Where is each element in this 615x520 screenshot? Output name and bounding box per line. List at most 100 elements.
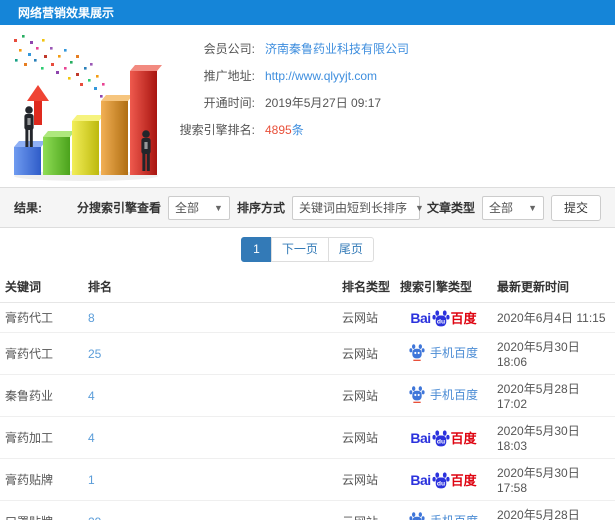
last-page-button[interactable]: 尾页 [327,237,374,262]
article-type-select[interactable]: 全部 ▼ [481,195,544,220]
col-header-1: 排名 [83,271,337,303]
rank-cell[interactable]: 29 [83,500,337,520]
svg-text:du: du [437,318,445,325]
col-header-4: 最新更新时间 [492,271,615,303]
keyword-cell: 口罩贴牌 [0,500,83,520]
engine-cell: Bai du 百度 [395,302,492,333]
article-type-label: 文章类型 [426,201,475,215]
table-row: 膏药加工 4 云网站 Bai du 百度 2020年5月30日 18:03 [0,416,615,459]
page-title: 网络营销效果展示 [18,6,115,20]
baidu-logo: Bai du 百度 [410,429,477,447]
info-section: 会员公司: 济南秦鲁药业科技有限公司 推广地址: http://www.qlyy… [0,25,615,187]
engine-filter-selected: 全部 [174,201,199,215]
info-row-ranking-count: 搜索引擎排名: 4895条 [160,116,409,143]
keyword-cell: 膏药加工 [0,416,83,459]
rank-cell[interactable]: 25 [83,332,337,375]
updated-cell: 2020年5月28日 16:55 [492,500,615,520]
chevron-down-icon: ▼ [528,202,537,213]
info-row-open-time: 开通时间: 2019年5月27日 09:17 [160,89,409,116]
businessman-left [24,106,34,147]
engine-cell: 手机百度 [395,374,492,417]
ranking-count-value: 4895条 [265,121,304,138]
rank-type-cell: 云网站 [337,374,395,417]
svg-text:du: du [437,438,445,445]
keyword-cell: 膏药代工 [0,302,83,333]
engine-cell: 手机百度 [395,332,492,375]
rank-cell[interactable]: 4 [83,416,337,459]
table-row: 秦鲁药业 4 云网站 手机百度 2020年5月28日 17:02 [0,374,615,417]
table-body: 膏药代工 8 云网站 Bai du 百度 2020年6月4日 11:15 膏药代工 25 云网… [0,302,615,520]
rank-type-cell: 云网站 [337,302,395,333]
col-header-0: 关键词 [0,271,83,303]
engine-cell: Bai du 百度 [395,416,492,459]
updated-cell: 2020年5月28日 17:02 [492,374,615,417]
next-page-button[interactable]: 下一页 [270,237,329,262]
info-row-company: 会员公司: 济南秦鲁药业科技有限公司 [160,35,409,62]
company-label: 会员公司: [203,42,255,56]
header-bar: 网络营销效果展示 [0,0,615,25]
sort-selected: 关键词由短到长排序 [298,201,407,215]
filter-controls: 分搜索引擎查看 全部 ▼ 排序方式 关键词由短到长排序 ▼ 文章类型 全部 ▼ … [76,194,601,221]
rank-cell[interactable]: 1 [83,458,337,501]
mobile-baidu-paw-icon [409,344,425,361]
pagination: 1 下一页 尾页 [0,228,615,271]
results-table: 关键词 排名 排名类型 搜索引擎类型 最新更新时间 膏药代工 8 云网站 Bai du 百度 2… [0,271,615,520]
updated-cell: 2020年5月30日 18:06 [492,332,615,375]
table-header-row: 关键词 排名 排名类型 搜索引擎类型 最新更新时间 [0,271,615,303]
results-section-label: 结果: [14,201,42,215]
rank-cell[interactable]: 4 [83,374,337,417]
updated-cell: 2020年5月30日 17:58 [492,458,615,501]
table-row: 膏药代工 25 云网站 手机百度 2020年5月30日 18:06 [0,332,615,375]
table-row: 膏药代工 8 云网站 Bai du 百度 2020年6月4日 11:15 [0,302,615,333]
promo-url-label: 推广地址: [203,69,255,83]
ranking-count-unit: 条 [291,123,304,137]
ranking-count-label: 搜索引擎排名: [179,123,255,137]
table-row: 口罩贴牌29云网站 手机百度 2020年5月28日 16:55 [0,500,615,520]
svg-text:du: du [437,480,445,487]
growth-chart-illustration [14,35,162,181]
baidu-paw-icon: du [432,309,450,326]
filter-bar: 结果: 分搜索引擎查看 全部 ▼ 排序方式 关键词由短到长排序 ▼ 文章类型 全… [0,187,615,228]
keyword-cell: 秦鲁药业 [0,374,83,417]
mobile-baidu-paw-icon [409,386,425,403]
engine-cell: 手机百度 [395,500,492,520]
col-header-3: 搜索引擎类型 [395,271,492,303]
sort-label: 排序方式 [236,201,285,215]
submit-button[interactable]: 提交 [550,194,601,221]
page: 网络营销效果展示 会员公司: 济南秦鲁药业科技有限公司 推广地址: http:/… [0,0,615,520]
open-time-value: 2019年5月27日 09:17 [265,96,382,110]
mobile-baidu-logo: 手机百度 [409,385,478,403]
article-type-selected: 全部 [488,201,513,215]
info-row-url: 推广地址: http://www.qlyyjt.com [160,62,409,89]
chevron-down-icon: ▼ [214,202,223,213]
info-list: 会员公司: 济南秦鲁药业科技有限公司 推广地址: http://www.qlyy… [160,35,409,143]
col-header-2: 排名类型 [337,271,395,303]
open-time-label: 开通时间: [203,96,255,110]
ranking-count-number: 4895 [265,123,292,137]
rank-type-cell: 云网站 [337,332,395,375]
table-row: 膏药贴牌 1 云网站 Bai du 百度 2020年5月30日 17:58 [0,458,615,501]
rank-type-cell: 云网站 [337,458,395,501]
engine-cell: Bai du 百度 [395,458,492,501]
rank-type-cell: 云网站 [337,500,395,520]
mobile-baidu-logo: 手机百度 [409,343,478,361]
updated-cell: 2020年6月4日 11:15 [492,302,615,333]
engine-filter-label: 分搜索引擎查看 [76,201,161,215]
page-1-button[interactable]: 1 [241,237,272,262]
sort-select[interactable]: 关键词由短到长排序 ▼ [291,195,424,220]
updated-cell: 2020年5月30日 18:03 [492,416,615,459]
promo-url-link[interactable]: http://www.qlyyjt.com [265,69,377,83]
confetti-dots [14,35,105,98]
mobile-baidu-paw-icon [409,512,425,520]
engine-filter-select[interactable]: 全部 ▼ [167,195,230,220]
company-name-link[interactable]: 济南秦鲁药业科技有限公司 [265,40,409,57]
baidu-paw-icon: du [432,471,450,488]
baidu-paw-icon: du [432,429,450,446]
baidu-logo: Bai du 百度 [410,471,477,489]
baidu-logo: Bai du 百度 [410,309,477,327]
rank-type-cell: 云网站 [337,416,395,459]
keyword-cell: 膏药贴牌 [0,458,83,501]
rank-cell[interactable]: 8 [83,302,337,333]
keyword-cell: 膏药代工 [0,332,83,375]
chevron-down-icon: ▼ [414,202,424,213]
